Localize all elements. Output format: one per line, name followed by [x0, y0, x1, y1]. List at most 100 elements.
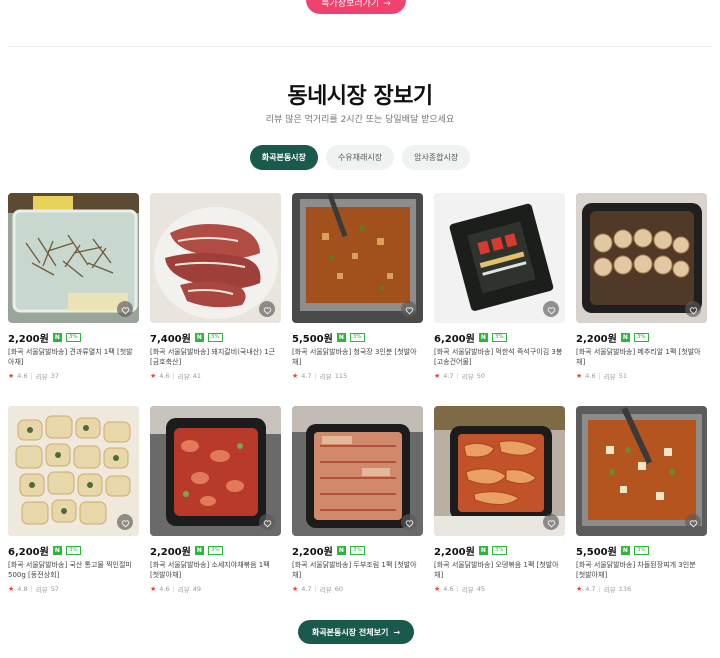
product-price: 2,200원	[292, 546, 333, 558]
product-image[interactable]	[150, 406, 281, 536]
product-image[interactable]	[8, 406, 139, 536]
star-icon: ★	[434, 372, 441, 380]
product-name[interactable]: [화곡 서울닭발바송] 차돌된장찌개 3인분 [첫발아채]	[576, 560, 707, 580]
wishlist-button[interactable]	[117, 301, 133, 317]
review-count: 50	[476, 372, 486, 380]
arrow-right-icon: →	[383, 0, 391, 9]
heart-icon	[263, 300, 272, 319]
review-label: 리뷰	[603, 586, 616, 594]
top-cta-label: 특가장보러가기	[321, 0, 380, 9]
product-image[interactable]	[292, 193, 423, 323]
product-name[interactable]: [화곡 서울닭발바송] 소세지야채볶음 1팩 [첫발아채]	[150, 560, 281, 580]
tab-suyu-market[interactable]: 수유재래시장	[325, 145, 395, 170]
review-count: 51	[618, 372, 628, 380]
wishlist-button[interactable]	[117, 514, 133, 530]
product-rating: 4.6	[159, 585, 170, 593]
meta-divider: |	[456, 585, 459, 593]
section-title: 동네시장 장보기	[287, 84, 433, 109]
product-image[interactable]	[576, 406, 707, 536]
product-card[interactable]: 7,400원 N 3% [화곡 서울닭발바송] 돼지갈비(국내산) 1근 [금호축산]…	[150, 193, 281, 381]
wishlist-button[interactable]	[401, 301, 417, 317]
wishlist-button[interactable]	[259, 301, 275, 317]
review-label: 리뷰	[177, 373, 190, 381]
product-rating: 4.6	[585, 372, 596, 380]
star-icon: ★	[576, 372, 583, 380]
product-price: 2,200원	[8, 333, 49, 345]
product-meta: ★ 4.6 | 리뷰 49	[150, 584, 281, 594]
product-card[interactable]: 2,200원 N 3% [화곡 서울닭발바송] 소세지야채볶음 1팩 [첫발아채] ★ 4…	[150, 406, 281, 594]
product-name[interactable]: [화곡 서울닭발바송] 돼지갈비(국내산) 1근 [금호축산]	[150, 347, 281, 367]
product-rating: 4.7	[301, 585, 312, 593]
product-card[interactable]: 6,200원 N 3% [화곡 서울닭발바송] 먹한석 즉석구이김 3봉 [고송건어물…	[434, 193, 565, 381]
product-card[interactable]: 6,200원 N 3% [화곡 서울닭발바송] 국산 통고물 찍인절미 500g [동…	[8, 406, 139, 594]
wishlist-button[interactable]	[401, 514, 417, 530]
review-count: 37	[50, 372, 60, 380]
product-card[interactable]: 5,500원 N 3% [화곡 서울닭발바송] 청국장 3인분 [첫발아채] ★ 4.7 |…	[292, 193, 423, 381]
wishlist-button[interactable]	[543, 514, 559, 530]
product-name[interactable]: [화곡 서울닭발바송] 청국장 3인분 [첫발아채]	[292, 347, 423, 367]
product-meta: ★ 4.6 | 리뷰 45	[434, 584, 565, 594]
heart-icon	[263, 513, 272, 532]
review-count: 115	[334, 372, 348, 380]
product-image[interactable]	[434, 193, 565, 323]
price-row: 2,200원 N 3%	[434, 544, 565, 558]
product-price: 5,500원	[292, 333, 333, 345]
product-name[interactable]: [화곡 서울닭발바송] 국산 통고물 찍인절미 500g [동전상회]	[8, 560, 139, 580]
product-card[interactable]: 5,500원 N 3% [화곡 서울닭발바송] 차돌된장찌개 3인분 [첫발아채] ★ 4…	[576, 406, 707, 594]
point-badge: 3%	[65, 332, 81, 342]
review-count: 49	[192, 585, 202, 593]
top-cta-button[interactable]: 특가장보러가기 →	[306, 0, 406, 14]
star-icon: ★	[434, 585, 441, 593]
tab-amsa-market[interactable]: 암사종합시장	[402, 145, 471, 170]
product-rating: 4.8	[17, 585, 28, 593]
heart-icon	[547, 513, 556, 532]
naver-badge: N	[336, 545, 346, 555]
wishlist-button[interactable]	[685, 514, 701, 530]
product-price: 6,200원	[434, 333, 475, 345]
product-rating: 4.7	[585, 585, 596, 593]
product-card[interactable]: 2,200원 N 3% [화곡 서울닭발바송] 두부조림 1팩 [첫발아채] ★ 4.7 |…	[292, 406, 423, 594]
product-name[interactable]: [화곡 서울닭발바송] 오뎅볶음 1팩 [첫발아채]	[434, 560, 565, 580]
arrow-right-icon: →	[393, 627, 401, 637]
product-price: 2,200원	[434, 546, 475, 558]
point-badge: 3%	[491, 545, 507, 555]
product-name[interactable]: [화곡 서울닭발바송] 메추리알 1팩 [첫발아채]	[576, 347, 707, 367]
star-icon: ★	[8, 585, 15, 593]
product-meta: ★ 4.7 | 리뷰 115	[292, 371, 423, 381]
view-all-button[interactable]: 화곡본동시장 전체보기 →	[298, 620, 414, 644]
product-rating: 4.6	[17, 372, 28, 380]
product-image[interactable]	[292, 406, 423, 536]
point-badge: 3%	[349, 545, 365, 555]
section-divider	[8, 46, 712, 47]
product-name[interactable]: [화곡 서울닭발바송] 두부조림 1팩 [첫발아채]	[292, 560, 423, 580]
product-meta: ★ 4.6 | 리뷰 41	[150, 371, 281, 381]
star-icon: ★	[8, 372, 15, 380]
wishlist-button[interactable]	[543, 301, 559, 317]
price-row: 5,500원 N 3%	[292, 331, 423, 345]
product-image[interactable]	[150, 193, 281, 323]
product-card[interactable]: 2,200원 N 3% [화곡 서울닭발바송] 오뎅볶음 1팩 [첫발아채] ★ 4.6 |…	[434, 406, 565, 594]
point-badge: 3%	[207, 332, 223, 342]
meta-divider: |	[598, 372, 601, 380]
product-card[interactable]: 2,200원 N 3% [화곡 서울닭발바송] 견과류멸치 1팩 [첫발아채] ★ 4.6…	[8, 193, 139, 381]
product-price: 6,200원	[8, 546, 49, 558]
product-name[interactable]: [화곡 서울닭발바송] 견과류멸치 1팩 [첫발아채]	[8, 347, 139, 367]
product-name[interactable]: [화곡 서울닭발바송] 먹한석 즉석구이김 3봉 [고송건어물]	[434, 347, 565, 367]
naver-badge: N	[620, 545, 630, 555]
product-image[interactable]	[434, 406, 565, 536]
product-image[interactable]	[8, 193, 139, 323]
price-row: 2,200원 N 3%	[150, 544, 281, 558]
wishlist-button[interactable]	[259, 514, 275, 530]
price-row: 2,200원 N 3%	[576, 331, 707, 345]
tab-hwagok-market[interactable]: 화곡본동시장	[249, 145, 318, 170]
meta-divider: |	[30, 372, 33, 380]
review-label: 리뷰	[35, 586, 48, 594]
product-meta: ★ 4.7 | 리뷰 136	[576, 584, 707, 594]
wishlist-button[interactable]	[685, 301, 701, 317]
product-rating: 4.7	[443, 372, 454, 380]
section-subtitle: 리뷰 많은 먹거리를 2시간 또는 당일배달 받으세요	[265, 115, 455, 125]
product-card[interactable]: 2,200원 N 3% [화곡 서울닭발바송] 메추리알 1팩 [첫발아채] ★ 4.6 |…	[576, 193, 707, 381]
product-image[interactable]	[576, 193, 707, 323]
meta-divider: |	[172, 585, 175, 593]
view-all-label: 화곡본동시장 전체보기	[311, 627, 389, 637]
